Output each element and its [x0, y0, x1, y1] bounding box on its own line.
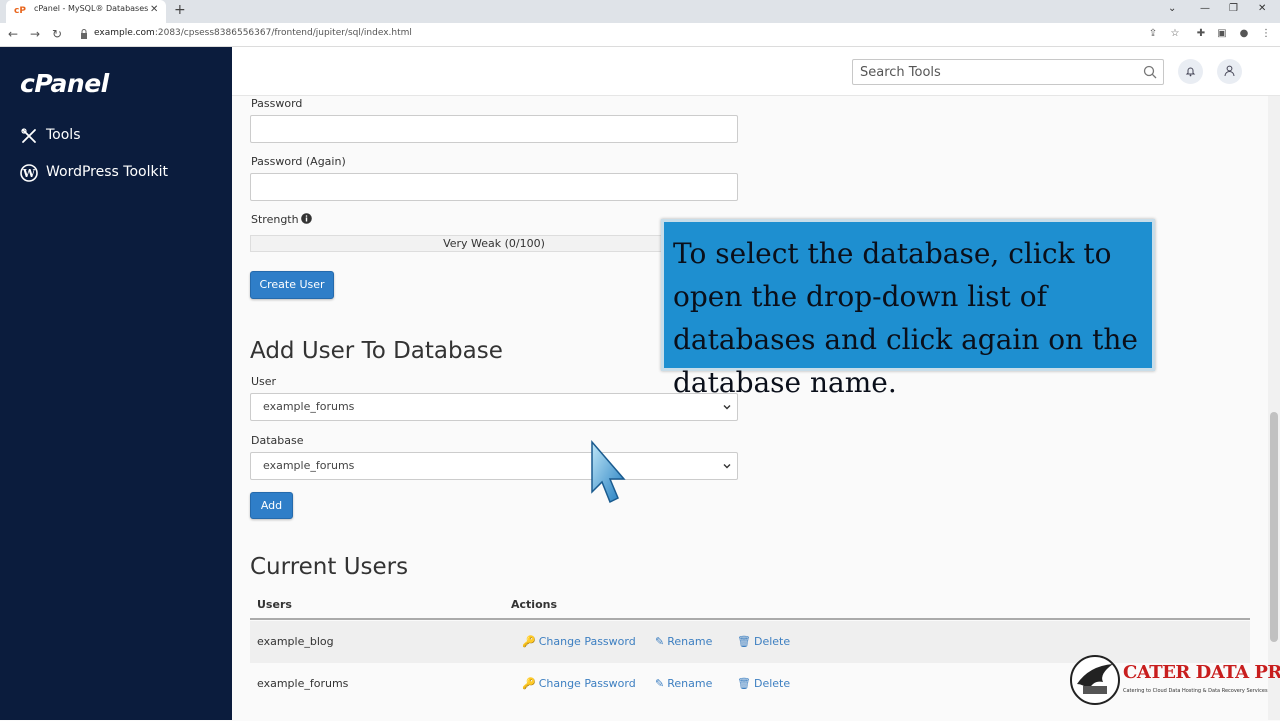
current-users-heading: Current Users	[250, 554, 409, 580]
profile-icon[interactable]: ●	[1237, 28, 1251, 42]
browser-tab-bar: cP cPanel - MySQL® Databases ✕ + ⌄ — ❐ ✕	[0, 0, 1280, 23]
tab-close-icon[interactable]: ✕	[150, 4, 158, 15]
page-scrollbar[interactable]	[1268, 96, 1280, 720]
browser-tab[interactable]: cP cPanel - MySQL® Databases ✕	[6, 0, 166, 23]
sidebar: cPanel Tools W WordPress Toolkit	[0, 47, 232, 720]
url-host: example.com	[94, 28, 155, 38]
delete-link[interactable]: 🗑 Delete	[737, 635, 790, 648]
database-select[interactable]: example_forums	[250, 452, 738, 480]
address-bar: ← → ↻ example.com:2083/cpsess8386556367/…	[0, 23, 1280, 47]
search-box[interactable]	[852, 59, 1164, 85]
info-icon[interactable]	[301, 213, 312, 224]
user-menu-button[interactable]	[1217, 59, 1242, 84]
database-select-value: example_forums	[263, 459, 355, 472]
minimize-icon[interactable]: —	[1200, 3, 1210, 14]
pencil-icon: ✎	[655, 677, 665, 690]
sidebar-item-tools[interactable]: Tools	[20, 125, 220, 149]
column-users: Users	[257, 598, 292, 611]
svg-text:W: W	[22, 167, 36, 180]
scrollbar-thumb[interactable]	[1270, 412, 1278, 642]
reload-icon[interactable]: ↻	[52, 27, 62, 41]
user-label: User	[251, 375, 277, 388]
password-label: Password	[251, 97, 303, 110]
bookmark-star-icon[interactable]: ☆	[1168, 28, 1182, 42]
browser-menu-icon[interactable]: ⋮	[1259, 28, 1273, 42]
password-again-field[interactable]	[250, 173, 738, 201]
watermark-tagline: Catering to Cloud Data Hosting & Data Re…	[1123, 688, 1268, 694]
key-icon: 🔑	[522, 635, 536, 648]
tab-title: cPanel - MySQL® Databases	[34, 4, 149, 13]
password-field[interactable]	[250, 115, 738, 143]
user-select[interactable]: example_forums	[250, 393, 738, 421]
password-input[interactable]	[251, 116, 737, 142]
delete-link[interactable]: 🗑 Delete	[737, 677, 790, 690]
extensions-icon[interactable]: ✚	[1194, 28, 1208, 42]
side-panel-icon[interactable]: ▣	[1215, 28, 1229, 42]
rename-link[interactable]: ✎ Rename	[655, 635, 712, 648]
strength-label: Strength	[251, 213, 299, 226]
search-icon[interactable]	[1143, 65, 1157, 79]
database-label: Database	[251, 434, 304, 447]
rename-link[interactable]: ✎ Rename	[655, 677, 712, 690]
restore-icon[interactable]: ❐	[1229, 3, 1238, 14]
tutorial-callout: To select the database, click to open th…	[661, 219, 1155, 399]
top-header	[232, 47, 1280, 96]
mouse-cursor-icon	[591, 440, 626, 504]
back-icon[interactable]: ←	[8, 27, 18, 41]
add-button[interactable]: Add	[250, 492, 293, 519]
user-name: example_forums	[257, 677, 349, 690]
sidebar-item-label: Tools	[46, 127, 81, 143]
eagle-logo-icon	[1070, 655, 1120, 705]
user-select-value: example_forums	[263, 400, 355, 413]
create-user-button[interactable]: Create User	[250, 271, 334, 299]
table-header: Users Actions	[250, 591, 1250, 620]
password-again-label: Password (Again)	[251, 155, 346, 168]
new-tab-button[interactable]: +	[174, 2, 186, 18]
callout-text: To select the database, click to open th…	[673, 237, 1138, 399]
change-password-link[interactable]: 🔑 Change Password	[522, 635, 636, 648]
url-field[interactable]: example.com:2083/cpsess8386556367/fronte…	[76, 26, 1136, 44]
lock-icon	[81, 29, 87, 39]
wordpress-icon: W	[20, 164, 38, 182]
cpanel-logo[interactable]: cPanel	[20, 69, 109, 98]
cater-data-pro-watermark: CATER DATA PRO Catering to Cloud Data Ho…	[1067, 654, 1280, 706]
tab-search-icon[interactable]: ⌄	[1168, 3, 1176, 14]
share-icon[interactable]: ⇪	[1146, 28, 1160, 42]
add-user-to-database-heading: Add User To Database	[250, 338, 503, 364]
cpanel-favicon-icon: cP	[14, 6, 26, 16]
trash-icon: 🗑	[737, 635, 751, 648]
user-icon	[1224, 65, 1235, 77]
trash-icon: 🗑	[737, 677, 751, 690]
pencil-icon: ✎	[655, 635, 665, 648]
main-content: Password Password (Again) Strength Very …	[232, 96, 1280, 720]
sidebar-item-wordpress-toolkit[interactable]: W WordPress Toolkit	[20, 162, 220, 186]
search-input[interactable]	[853, 60, 1143, 84]
forward-icon[interactable]: →	[30, 27, 40, 41]
tools-icon	[21, 128, 36, 143]
key-icon: 🔑	[522, 677, 536, 690]
change-password-link[interactable]: 🔑 Change Password	[522, 677, 636, 690]
url-path: :2083/cpsess8386556367/frontend/jupiter/…	[154, 28, 412, 38]
password-again-input[interactable]	[251, 174, 737, 200]
sidebar-item-label: WordPress Toolkit	[46, 164, 168, 180]
bell-icon	[1185, 67, 1196, 77]
notifications-button[interactable]	[1178, 59, 1203, 84]
user-name: example_blog	[257, 635, 334, 648]
chevron-down-icon	[723, 464, 731, 469]
watermark-title: CATER DATA PRO	[1123, 662, 1280, 683]
close-window-icon[interactable]: ✕	[1258, 3, 1266, 14]
column-actions: Actions	[511, 598, 557, 611]
